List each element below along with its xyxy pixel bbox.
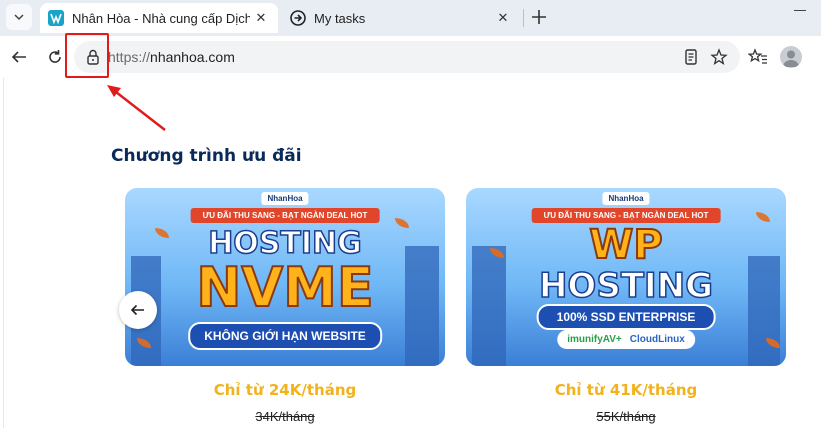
tab-bar: Nhân Hòa - Nhà cung cấp Dịch vụ ✕ My tas…	[0, 0, 821, 36]
old-price-label: 34K/tháng	[255, 409, 315, 424]
left-arrow-icon	[130, 304, 144, 316]
favorite-star-icon[interactable]	[710, 48, 728, 66]
tab-title: My tasks	[314, 10, 366, 26]
tab-title: Nhân Hòa - Nhà cung cấp Dịch vụ	[72, 10, 250, 26]
banner-headline-2: HOSTING	[538, 265, 714, 307]
banner-logo: NhanHoa	[261, 192, 309, 205]
tab-my-tasks[interactable]: My tasks ✕	[282, 3, 520, 33]
back-arrow-icon	[11, 51, 26, 63]
annotation-highlight-box	[65, 33, 109, 78]
back-button[interactable]	[6, 44, 32, 70]
browser-toolbar: https://nhanhoa.com	[0, 36, 821, 78]
reload-icon	[49, 50, 61, 63]
url-text[interactable]: https://nhanhoa.com	[108, 49, 235, 65]
section-title: Chương trình ưu đãi	[111, 146, 302, 166]
carousel-prev-button[interactable]	[119, 291, 157, 329]
banner-headline-1: WP	[588, 221, 663, 269]
favorites-icon[interactable]	[748, 47, 768, 67]
user-icon	[783, 50, 799, 67]
url-scheme: https://	[108, 49, 151, 65]
banner-logo: NhanHoa	[602, 192, 650, 205]
nhanhoa-logo-icon	[48, 10, 64, 26]
minimize-window-button[interactable]	[794, 10, 806, 11]
banner-ribbon: ƯU ĐÃI THU SANG - BẠT NGÀN DEAL HOT	[190, 208, 380, 223]
cloudlinux-badge: CloudLinux	[629, 334, 685, 345]
promo-banner-hosting-nvme[interactable]: NhanHoa ƯU ĐÃI THU SANG - BẠT NGÀN DEAL …	[125, 188, 445, 366]
imunify-badge: imunifyAV+	[567, 334, 622, 345]
tab-nhanhoa[interactable]: Nhân Hòa - Nhà cung cấp Dịch vụ ✕	[40, 3, 278, 33]
tab-divider	[523, 9, 524, 27]
tab-actions-menu-button[interactable]	[6, 4, 32, 30]
arrow-circle-icon	[290, 10, 306, 26]
url-host: nhanhoa.com	[150, 49, 235, 65]
chevron-down-icon	[14, 14, 24, 21]
page-content: Chương trình ưu đãi NhanHoa ƯU ĐÃI THU S…	[3, 78, 821, 428]
plus-icon	[532, 10, 546, 24]
profile-avatar[interactable]	[780, 46, 802, 68]
banner-pill: KHÔNG GIỚI HẠN WEBSITE	[188, 322, 382, 350]
banner-pill: 100% SSD ENTERPRISE	[536, 304, 716, 330]
price-label: Chỉ từ 41K/tháng	[554, 381, 698, 399]
leaf-decoration	[756, 212, 770, 222]
partner-badges: imunifyAV+ CloudLinux	[557, 330, 695, 349]
price-label: Chỉ từ 24K/tháng	[213, 381, 357, 399]
banner-headline-2: NVME	[195, 255, 375, 320]
close-tab-icon[interactable]: ✕	[250, 7, 272, 29]
banner-ribbon: ƯU ĐÃI THU SANG - BẠT NGÀN DEAL HOT	[531, 208, 721, 223]
address-bar[interactable]: https://nhanhoa.com	[74, 41, 740, 73]
promo-banner-wp-hosting[interactable]: NhanHoa ƯU ĐÃI THU SANG - BẠT NGÀN DEAL …	[466, 188, 786, 366]
close-tab-icon[interactable]: ✕	[492, 7, 514, 29]
old-price-label: 55K/tháng	[596, 409, 656, 424]
reader-mode-icon[interactable]	[682, 48, 700, 66]
new-tab-button[interactable]	[528, 6, 550, 28]
